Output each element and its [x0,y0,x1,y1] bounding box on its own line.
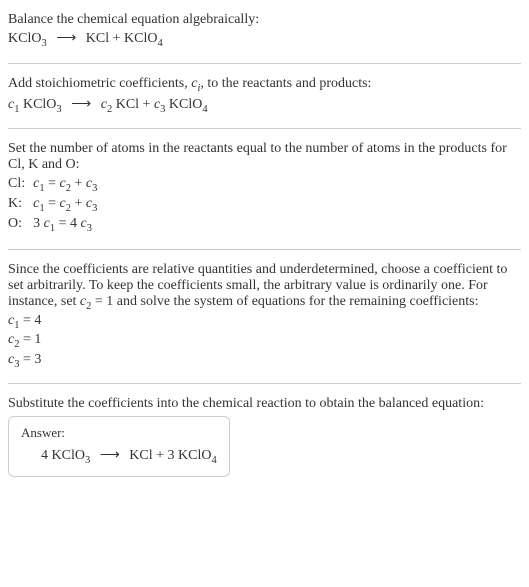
sp3-sub: 4 [202,103,207,114]
arrow-icon: ⟶ [65,97,97,112]
ans-right-sub: 4 [211,455,216,466]
plus: + [71,176,86,191]
step2-text-a: Add stoichiometric coefficients, [8,76,191,91]
element-label: K: [8,195,33,215]
balance-eq: 3 c1 = 4 c3 [33,215,103,235]
c3s: 3 [92,203,97,214]
answer-equation: 4 KClO3 ⟶ KCl + 3 KClO4 [21,445,217,468]
products-sub: 4 [157,38,162,49]
coeff-line: c2 = 1 [8,331,521,351]
arrow-icon: ⟶ [94,448,126,463]
step3: Set the number of atoms in the reactants… [8,137,521,240]
c3s: 3 [87,223,92,234]
answer-label: Answer: [21,425,217,441]
coeff-line: c3 = 3 [8,351,521,371]
balance-eq: c1 = c2 + c3 [33,195,103,215]
step5-text: Substitute the coefficients into the che… [8,396,521,412]
atom-balance-table: Cl: c1 = c2 + c3 K: c1 = c2 + c3 O: 3 c1… [8,175,103,234]
element-label: Cl: [8,175,33,195]
divider [8,128,521,129]
step2-text: Add stoichiometric coefficients, ci, to … [8,76,521,94]
pre: 3 [33,216,44,231]
step5: Substitute the coefficients into the che… [8,392,521,481]
sp1: KClO [19,97,56,112]
arrow-icon: ⟶ [50,31,82,46]
step1-text: Balance the chemical equation algebraica… [8,12,521,28]
step2: Add stoichiometric coefficients, ci, to … [8,72,521,121]
sp1-sub: 3 [56,103,61,114]
ans-right: KCl + 3 KClO [129,448,211,463]
eq: = [45,196,60,211]
divider [8,249,521,250]
eq: = [45,176,60,191]
sp2: KCl + [112,97,154,112]
table-row: K: c1 = c2 + c3 [8,195,103,215]
step1-equation: KClO3 ⟶ KCl + KClO4 [8,28,521,51]
table-row: O: 3 c1 = 4 c3 [8,215,103,235]
coeff-line: c1 = 4 [8,312,521,332]
step4-text-b: = 1 and solve the system of equations fo… [91,294,478,309]
reactant: KClO [8,31,41,46]
reactant-sub: 3 [41,38,46,49]
step3-text: Set the number of atoms in the reactants… [8,141,521,173]
step4: Since the coefficients are relative quan… [8,258,521,375]
table-row: Cl: c1 = c2 + c3 [8,175,103,195]
element-label: O: [8,215,33,235]
ans-left-sub: 3 [85,455,90,466]
answer-box: Answer: 4 KClO3 ⟶ KCl + 3 KClO4 [8,416,230,477]
eq: = 4 [55,216,80,231]
products: KCl + KClO [86,31,158,46]
step2-equation: c1 KClO3 ⟶ c2 KCl + c3 KClO4 [8,94,521,117]
c3s: 3 [92,183,97,194]
sp3: KClO [165,97,202,112]
step4-text: Since the coefficients are relative quan… [8,262,521,312]
divider [8,383,521,384]
divider [8,63,521,64]
step1: Balance the chemical equation algebraica… [8,8,521,55]
rhs: = 1 [19,332,41,347]
balance-eq: c1 = c2 + c3 [33,175,103,195]
ans-left: 4 KClO [41,448,85,463]
rhs: = 3 [19,352,41,367]
step2-text-b: , to the reactants and products: [200,76,371,91]
plus: + [71,196,86,211]
rhs: = 4 [19,313,41,328]
